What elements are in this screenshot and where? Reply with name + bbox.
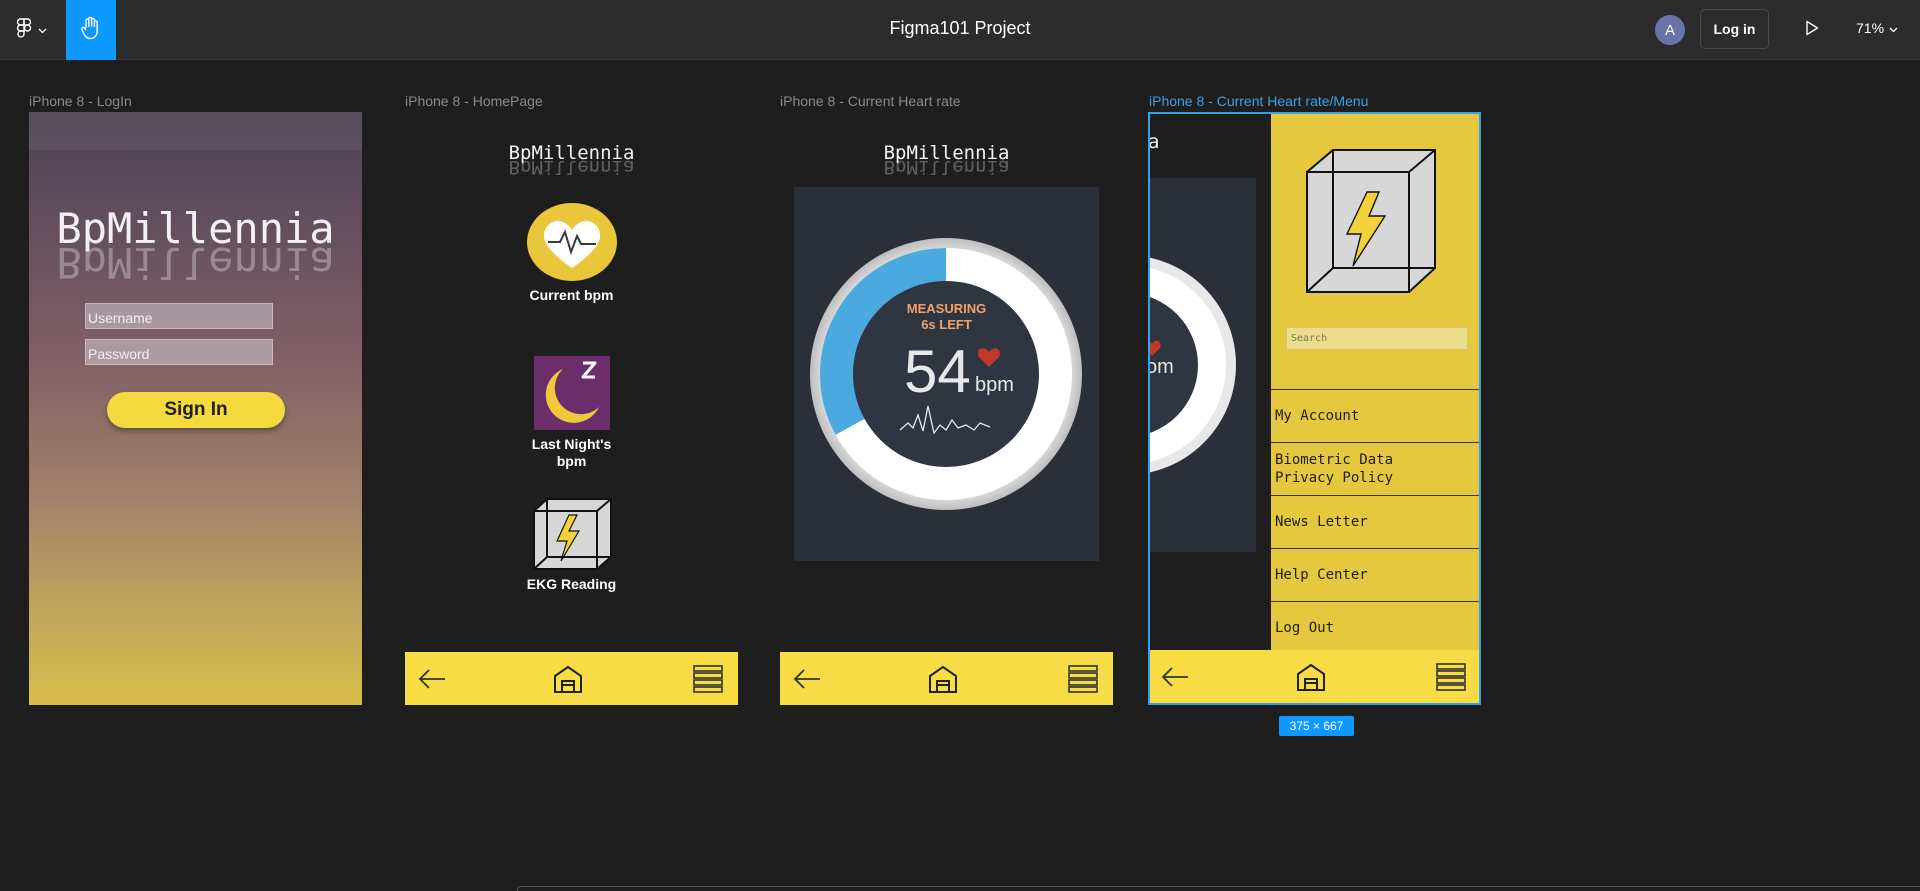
back-arrow-icon[interactable] (790, 662, 824, 696)
moon-sleep-icon (533, 356, 611, 435)
home-frame[interactable]: BpMillennia BpMillennia Current bpm Last… (405, 112, 738, 705)
status-bar (29, 112, 362, 150)
menu-item-newsletter[interactable]: News Letter (1271, 495, 1479, 548)
back-arrow-icon[interactable] (1158, 660, 1192, 694)
present-button[interactable] (1800, 18, 1824, 42)
item-label: EKG Reading (526, 576, 617, 592)
menu-item-label: News Letter (1275, 514, 1368, 530)
last-night-bpm-item[interactable]: Last Night's bpm (405, 355, 738, 470)
side-menu: Search My Account Biometric Data Privacy… (1271, 114, 1479, 654)
ekg-reading-item[interactable]: EKG Reading (405, 497, 738, 593)
brand-fragment: a (1148, 131, 1160, 153)
menu-item-label: My Account (1275, 408, 1360, 424)
item-label-line2: bpm (556, 453, 587, 469)
menu-item-privacy[interactable]: Biometric Data Privacy Policy (1271, 442, 1479, 495)
menu-item-label: Log Out (1275, 620, 1335, 636)
bottom-nav-bar (1150, 650, 1479, 703)
frame-label-menu[interactable]: iPhone 8 - Current Heart rate/Menu (1149, 93, 1368, 109)
heart-pulse-icon (526, 203, 618, 286)
app-brand-reflection: BpMillennia (56, 238, 335, 287)
horizontal-scrollbar[interactable] (517, 886, 1920, 891)
item-label: Current bpm (529, 287, 614, 303)
bottom-nav-bar (780, 652, 1113, 705)
avatar[interactable]: A (1655, 15, 1685, 45)
back-arrow-icon[interactable] (415, 662, 449, 696)
zoom-dropdown[interactable]: 71% (1856, 20, 1898, 36)
username-field[interactable]: Username (85, 303, 273, 329)
file-title: Figma101 Project (889, 18, 1031, 38)
frame-label-login[interactable]: iPhone 8 - LogIn (29, 93, 132, 109)
home-icon[interactable] (551, 662, 585, 696)
login-button[interactable]: Log in (1700, 9, 1769, 49)
frame-label-home[interactable]: iPhone 8 - HomePage (405, 93, 543, 109)
bpm-unit: bpm (975, 374, 1014, 396)
heart-monitor-panel: MEASURING 6s LEFT 54 bpm (794, 187, 1099, 561)
menu-item-my-account[interactable]: My Account (1271, 389, 1479, 442)
sign-in-button[interactable]: Sign In (107, 392, 285, 428)
measuring-label: MEASURING (906, 301, 987, 316)
underlying-screen: a om (1150, 114, 1271, 703)
monitor-fragment: om (1148, 178, 1256, 552)
figma-logo-icon (16, 17, 32, 43)
search-input[interactable]: Search (1286, 327, 1468, 350)
menu-lines-icon[interactable] (691, 662, 725, 696)
app-brand-reflection: BpMillennia (883, 156, 1010, 178)
chevron-down-icon (38, 21, 47, 39)
home-icon[interactable] (926, 662, 960, 696)
chevron-down-icon (1889, 20, 1898, 36)
item-label-line1: Last Night's (531, 436, 612, 452)
bottom-nav-bar (405, 652, 738, 705)
bpm-fragment: om (1148, 356, 1174, 378)
menu-item-label: Help Center (1275, 567, 1368, 583)
frame-label-heart[interactable]: iPhone 8 - Current Heart rate (780, 93, 961, 109)
menu-frame[interactable]: a om Search My Account Biometric Data Pr… (1148, 112, 1481, 705)
home-icon[interactable] (1294, 660, 1328, 694)
current-bpm-item[interactable]: Current bpm (405, 202, 738, 304)
top-toolbar: Figma101 Project A Log in 71% (0, 0, 1920, 60)
menu-lines-icon[interactable] (1434, 660, 1468, 694)
hand-tool-button[interactable] (66, 0, 116, 60)
time-left-label: 6s LEFT (921, 317, 972, 332)
password-field[interactable]: Password (85, 339, 273, 365)
hand-tool-icon (80, 16, 102, 45)
frame-size-badge: 375 × 667 (1279, 716, 1354, 736)
menu-item-label-line1: Biometric Data (1275, 452, 1394, 468)
bpm-value: 54 (904, 338, 971, 405)
ekg-cube-icon (531, 498, 613, 575)
menu-item-log-out[interactable]: Log Out (1271, 601, 1479, 654)
zoom-level: 71% (1856, 20, 1885, 36)
menu-lines-icon[interactable] (1066, 662, 1100, 696)
play-icon (1805, 20, 1819, 41)
main-menu-button[interactable] (0, 0, 62, 60)
heart-rate-frame[interactable]: BpMillennia BpMillennia MEASURING 6s LEF… (780, 112, 1113, 705)
menu-item-help-center[interactable]: Help Center (1271, 548, 1479, 601)
app-brand-reflection: BpMillennia (508, 156, 635, 178)
menu-item-label-line2: Privacy Policy (1275, 470, 1394, 486)
login-frame[interactable]: BpMillennia BpMillennia Username Passwor… (29, 112, 362, 705)
ekg-cube-icon (1305, 148, 1437, 299)
